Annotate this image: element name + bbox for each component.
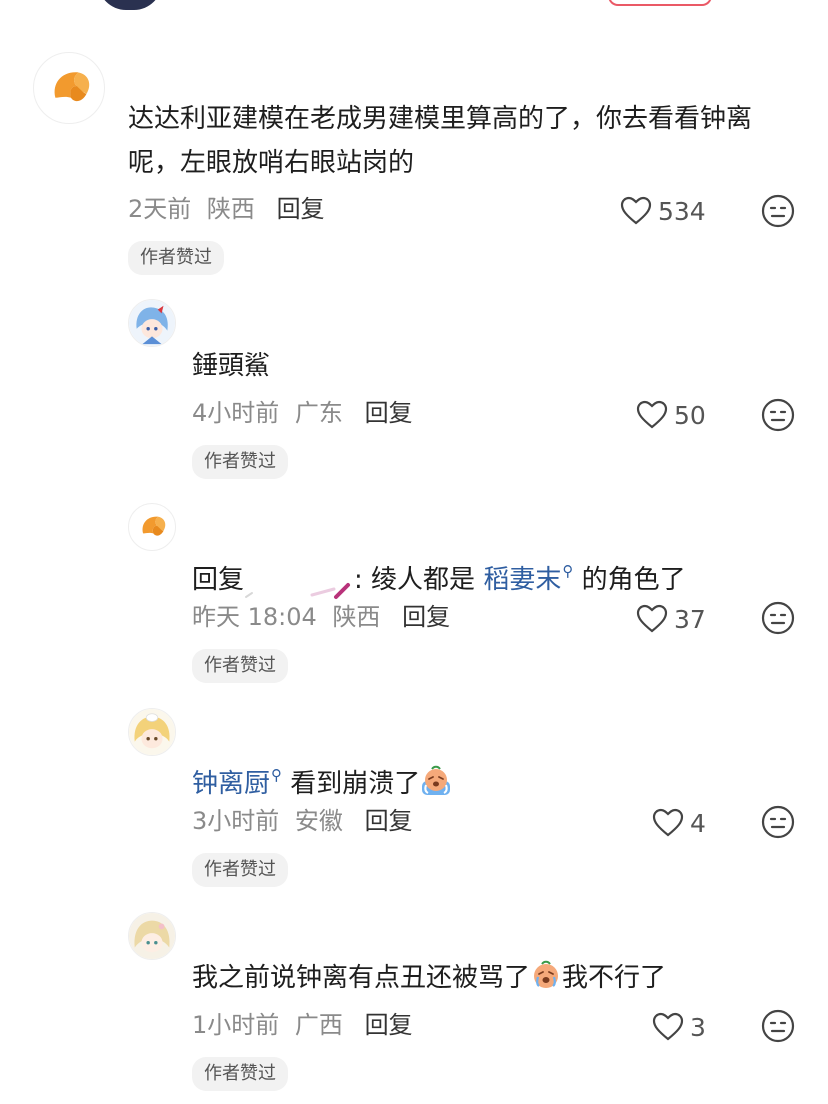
- reply-text: : 绫人都是: [354, 565, 484, 595]
- dislike-button[interactable]: [761, 805, 795, 839]
- reply-prefix: 回复: [192, 565, 245, 595]
- comment-text: 錘頭鯊: [192, 351, 271, 381]
- crying-emoji-icon: [534, 960, 559, 988]
- anime-girl-light-hair-avatar: [129, 913, 175, 959]
- anime-girl-blonde-avatar: [129, 709, 175, 755]
- avatar[interactable]: [33, 52, 105, 124]
- comment-meta: 2天前 陕西 回复: [128, 194, 325, 224]
- comment-text-line: 达达利亚建模在老成男建模里算高的了，你去看看钟离: [128, 104, 753, 134]
- like-count: 37: [674, 604, 706, 634]
- comment-location: 广东: [294, 399, 343, 427]
- comment-time: 4小时前: [192, 399, 280, 427]
- like-button[interactable]: 50: [636, 395, 706, 435]
- previous-button-partial[interactable]: [608, 0, 712, 6]
- reply-button[interactable]: 回复: [402, 603, 450, 631]
- meh-face-icon: [761, 805, 795, 839]
- comment-location: 陕西: [206, 195, 255, 223]
- comment-meta: 昨天 18:04 陕西 回复: [192, 602, 450, 632]
- reply-button[interactable]: 回复: [365, 399, 413, 427]
- comment-text-part: 我不行了: [562, 963, 667, 993]
- author-liked-badge: 作者赞过: [192, 1057, 288, 1091]
- comment-meta: 3小时前 安徽 回复: [192, 806, 413, 836]
- meh-face-icon: [761, 601, 795, 635]
- like-button[interactable]: 37: [636, 599, 706, 639]
- heart-icon: [636, 400, 668, 429]
- like-button[interactable]: 534: [620, 191, 706, 231]
- like-button[interactable]: 4: [652, 803, 706, 843]
- search-icon[interactable]: ⚲: [271, 766, 282, 784]
- reply-button[interactable]: 回复: [277, 195, 325, 223]
- comment-text-line: 呢，左眼放哨右眼站岗的: [128, 148, 415, 178]
- like-count: 4: [690, 808, 706, 838]
- topic-link[interactable]: 稻妻末: [483, 565, 561, 595]
- comment-time: 1小时前: [192, 1011, 280, 1039]
- anime-girl-blue-hair-avatar: [129, 300, 175, 346]
- author-liked-badge: 作者赞过: [128, 241, 224, 275]
- topic-link[interactable]: 钟离厨: [192, 769, 270, 799]
- comment-text: 钟离厨⚲ 看到崩溃了: [192, 753, 452, 806]
- author-liked-badge: 作者赞过: [192, 445, 288, 479]
- reply-button[interactable]: 回复: [365, 1011, 413, 1039]
- reply-text: 看到崩溃了: [282, 769, 421, 799]
- meh-face-icon: [761, 194, 795, 228]
- meh-face-icon: [761, 1009, 795, 1043]
- heart-icon: [652, 1012, 684, 1041]
- comment-location: 安徽: [294, 807, 343, 835]
- avatar[interactable]: [128, 299, 176, 347]
- dislike-button[interactable]: [761, 194, 795, 228]
- crying-emoji-icon: [422, 765, 451, 795]
- comment-meta: 4小时前 广东 回复: [192, 398, 413, 428]
- like-button[interactable]: 3: [652, 1007, 706, 1047]
- dislike-button[interactable]: [761, 601, 795, 635]
- comment-text-part: 我之前说钟离有点丑还被骂了: [192, 963, 531, 993]
- reply-text: 的角色了: [573, 565, 686, 595]
- comment-text: 我之前说钟离有点丑还被骂了 我不行了: [192, 956, 666, 1000]
- comment-location: 陕西: [332, 603, 381, 631]
- heart-icon: [620, 196, 652, 225]
- dislike-button[interactable]: [761, 1009, 795, 1043]
- author-liked-badge: 作者赞过: [192, 853, 288, 887]
- dislike-button[interactable]: [761, 398, 795, 432]
- comment-text: 回复 : 绫人都是 稻妻末⚲ 的角色了: [192, 549, 686, 602]
- avatar[interactable]: [128, 708, 176, 756]
- like-count: 534: [658, 196, 706, 226]
- comment-meta: 1小时前 广西 回复: [192, 1010, 413, 1040]
- comment-time: 2天前: [128, 195, 192, 223]
- croissant-icon: [142, 516, 166, 536]
- comment-location: 广西: [294, 1011, 343, 1039]
- heart-icon: [652, 808, 684, 837]
- like-count: 50: [674, 400, 706, 430]
- search-icon[interactable]: ⚲: [562, 562, 573, 580]
- reply-button[interactable]: 回复: [365, 807, 413, 835]
- like-count: 3: [690, 1012, 706, 1042]
- heart-icon: [636, 604, 668, 633]
- previous-avatar-partial: [98, 0, 162, 10]
- meh-face-icon: [761, 398, 795, 432]
- comment-time: 3小时前: [192, 807, 280, 835]
- author-liked-badge: 作者赞过: [192, 649, 288, 683]
- avatar[interactable]: [128, 912, 176, 960]
- blurred-username: [244, 571, 354, 599]
- croissant-icon: [54, 72, 90, 102]
- comment-time: 昨天 18:04: [192, 603, 317, 631]
- avatar[interactable]: [128, 503, 176, 551]
